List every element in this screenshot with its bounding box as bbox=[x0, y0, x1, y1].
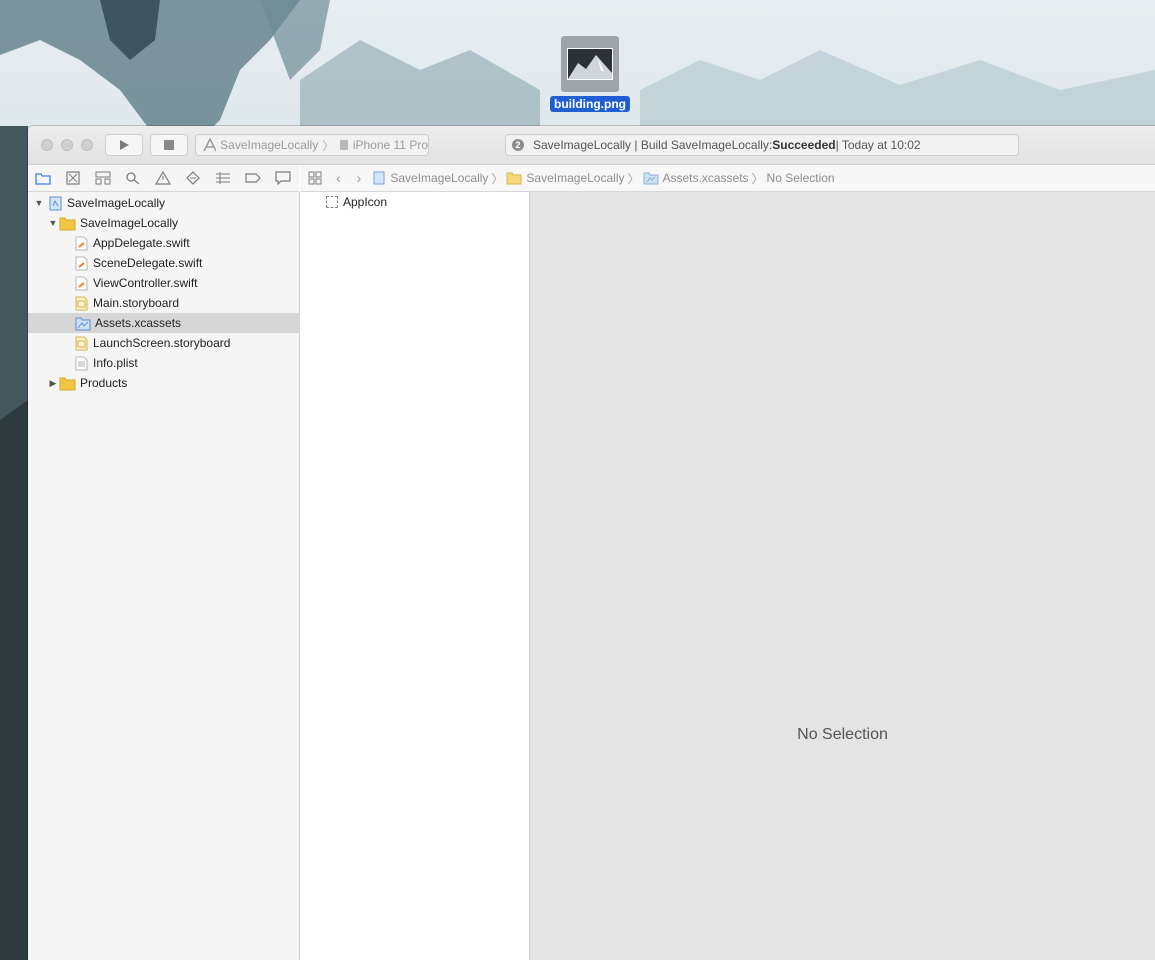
navigator-item-label: LaunchScreen.storyboard bbox=[93, 336, 231, 350]
breadcrumb-assets[interactable]: Assets.xcassets bbox=[643, 171, 749, 185]
navigator-item-label: AppDelegate.swift bbox=[93, 236, 190, 250]
back-arrow-icon[interactable]: ‹ bbox=[336, 170, 341, 186]
navigator-item-assets[interactable]: Assets.xcassets bbox=[28, 313, 346, 333]
jump-bar: ‹ › SaveImageLocally 〉 SaveImageLocally … bbox=[300, 165, 1155, 192]
folder-icon bbox=[506, 172, 522, 185]
breadcrumb-project-label: SaveImageLocally bbox=[390, 171, 489, 185]
navigator-item-label: SaveImageLocally bbox=[80, 216, 179, 230]
disclosure-collapsed-icon[interactable]: ▶ bbox=[48, 378, 58, 389]
breadcrumb-project[interactable]: SaveImageLocally bbox=[373, 171, 488, 185]
navigator-item-file[interactable]: ViewController.swift bbox=[28, 273, 346, 293]
navigator-item-group[interactable]: ▼ SaveImageLocally bbox=[28, 213, 319, 233]
image-file-icon bbox=[561, 36, 619, 92]
asset-catalog-icon bbox=[643, 172, 658, 185]
swift-file-icon bbox=[75, 256, 88, 270]
close-window-button[interactable] bbox=[41, 139, 53, 151]
device-name: iPhone 11 Pro bbox=[352, 138, 428, 152]
status-badge: 2 bbox=[512, 139, 524, 151]
navigator-item-project[interactable]: ▼ SaveImageLocally bbox=[28, 193, 305, 213]
breadcrumb-group[interactable]: SaveImageLocally bbox=[506, 171, 624, 185]
navigator-item-file[interactable]: AppDelegate.swift bbox=[28, 233, 346, 253]
toolbar: SaveImageLocally 〉 iPhone 11 Pro 2 SaveI… bbox=[28, 126, 1155, 165]
xcode-window: SaveImageLocally 〉 iPhone 11 Pro 2 SaveI… bbox=[28, 126, 1155, 960]
asset-item[interactable]: AppIcon bbox=[326, 195, 387, 209]
test-icon[interactable] bbox=[185, 170, 201, 186]
activity-status[interactable]: 2 SaveImageLocally | Build SaveImageLoca… bbox=[505, 134, 1019, 156]
report-icon[interactable] bbox=[275, 170, 291, 186]
scheme-name: SaveImageLocally bbox=[220, 138, 319, 152]
source-control-icon[interactable] bbox=[65, 170, 81, 186]
asset-editor[interactable]: No Selection bbox=[530, 192, 1155, 960]
symbol-icon[interactable] bbox=[95, 170, 111, 186]
plist-file-icon bbox=[75, 356, 88, 370]
swift-file-icon bbox=[75, 236, 88, 250]
navigator-item-label: Assets.xcassets bbox=[95, 316, 182, 330]
navigator-item-label: SaveImageLocally bbox=[67, 196, 166, 210]
navigator-item-file[interactable]: SceneDelegate.swift bbox=[28, 253, 346, 273]
folder-icon[interactable] bbox=[35, 170, 51, 186]
play-icon bbox=[120, 140, 129, 150]
navigator-tab-bar bbox=[28, 165, 299, 192]
navigator-item-label: Main.storyboard bbox=[93, 296, 180, 310]
navigator-item-label: Info.plist bbox=[93, 356, 138, 370]
warning-icon[interactable] bbox=[155, 170, 171, 186]
stop-button[interactable] bbox=[150, 134, 188, 156]
navigator-item-label: Products bbox=[80, 376, 128, 390]
breakpoint-icon[interactable] bbox=[245, 170, 261, 186]
swift-file-icon bbox=[75, 276, 88, 290]
scheme-selector[interactable]: SaveImageLocally 〉 iPhone 11 Pro bbox=[195, 134, 429, 156]
breadcrumb-selection[interactable]: No Selection bbox=[767, 171, 835, 185]
storyboard-file-icon bbox=[75, 336, 88, 350]
navigator-item-label: SceneDelegate.swift bbox=[93, 256, 203, 270]
disclosure-expanded-icon[interactable]: ▼ bbox=[48, 218, 58, 228]
app-icon-placeholder-icon bbox=[326, 196, 338, 208]
no-selection-text: No Selection bbox=[797, 726, 888, 743]
asset-catalog-icon bbox=[75, 317, 91, 330]
app-target-icon bbox=[203, 138, 217, 152]
dragged-file[interactable]: building.png bbox=[548, 36, 632, 112]
minimize-window-button[interactable] bbox=[61, 139, 73, 151]
device-icon bbox=[340, 140, 349, 150]
status-result: Succeeded bbox=[772, 138, 836, 152]
disclosure-expanded-icon[interactable]: ▼ bbox=[34, 198, 44, 208]
navigator-item-file[interactable]: Main.storyboard bbox=[28, 293, 346, 313]
forward-arrow-icon[interactable]: › bbox=[357, 170, 362, 186]
status-suffix: | Today at 10:02 bbox=[835, 138, 921, 152]
folder-icon bbox=[59, 377, 76, 390]
storyboard-file-icon bbox=[75, 296, 88, 310]
debug-icon[interactable] bbox=[215, 170, 231, 186]
navigator-item-file[interactable]: LaunchScreen.storyboard bbox=[28, 333, 346, 353]
asset-item-label: AppIcon bbox=[343, 195, 388, 209]
search-icon[interactable] bbox=[125, 170, 141, 186]
project-icon bbox=[49, 196, 62, 210]
dragged-file-name: building.png bbox=[550, 96, 630, 112]
related-items-icon[interactable] bbox=[308, 171, 322, 185]
zoom-window-button[interactable] bbox=[81, 139, 93, 151]
project-icon bbox=[373, 171, 385, 185]
breadcrumb-group-label: SaveImageLocally bbox=[526, 171, 625, 185]
folder-icon bbox=[59, 217, 76, 230]
stop-icon bbox=[164, 140, 174, 150]
navigator-item-label: ViewController.swift bbox=[93, 276, 198, 290]
asset-list: AppIcon bbox=[300, 192, 530, 960]
status-prefix: SaveImageLocally | Build SaveImageLocall… bbox=[533, 138, 773, 152]
run-button[interactable] bbox=[105, 134, 143, 156]
navigator-item-products[interactable]: ▶ Products bbox=[28, 373, 319, 393]
breadcrumb-selection-label: No Selection bbox=[766, 171, 835, 185]
project-navigator: ▼ SaveImageLocally ▼ SaveImageLocally Ap… bbox=[28, 192, 346, 960]
navigator-item-file[interactable]: Info.plist bbox=[28, 353, 346, 373]
breadcrumb-assets-label: Assets.xcassets bbox=[662, 171, 749, 185]
